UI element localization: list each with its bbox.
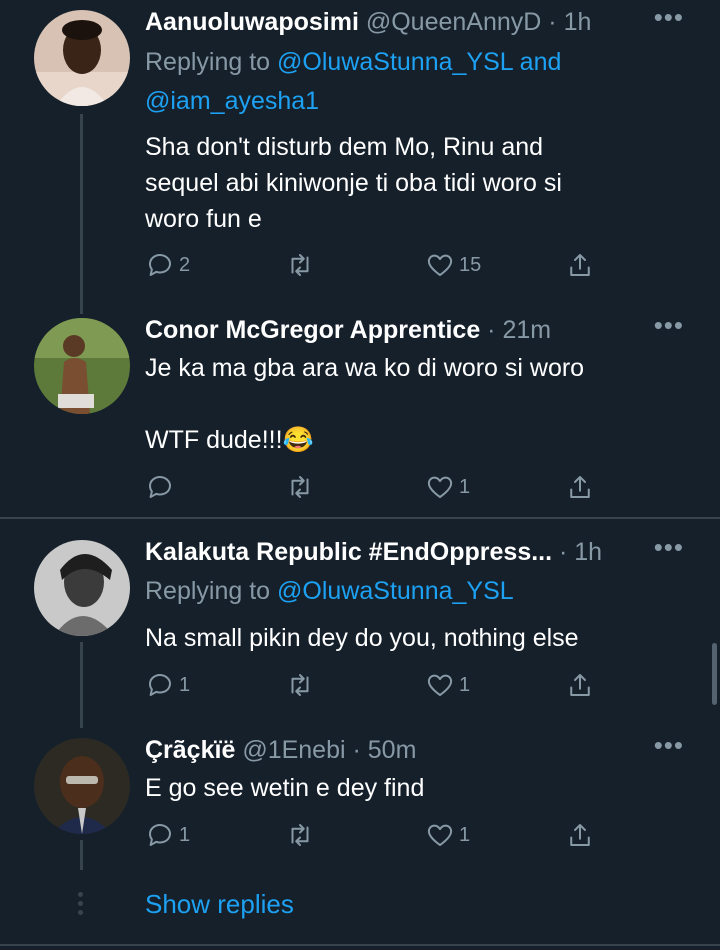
- replying-to: Replying to @OluwaStunna_YSL and: [145, 43, 561, 82]
- like-count: 1: [459, 475, 471, 498]
- heart-icon: [427, 824, 453, 846]
- retweet-button[interactable]: [285, 815, 319, 855]
- reply-icon: [149, 824, 171, 846]
- tweet-text-line: Na small pikin dey do you, nothing else: [145, 624, 579, 652]
- divider: [0, 517, 720, 519]
- share-button[interactable]: [565, 245, 595, 285]
- tweet[interactable]: Kalakuta Republic #EndOppress... · 1h ••…: [0, 532, 720, 712]
- reply-icon: [149, 674, 171, 696]
- divider: [0, 944, 720, 946]
- more-icon[interactable]: •••: [654, 730, 684, 761]
- retweet-button[interactable]: [285, 245, 319, 285]
- tweet-actions: 1: [145, 467, 590, 507]
- reply-count: 1: [179, 673, 191, 696]
- separator: ·: [541, 8, 564, 36]
- thread-dots: [78, 892, 86, 915]
- like-button[interactable]: 1: [425, 467, 470, 507]
- tweet-text-line: WTF dude!!!😂: [145, 426, 314, 454]
- scrollbar[interactable]: [712, 643, 717, 705]
- tweet[interactable]: Aanuoluwaposimi @QueenAnnyD · 1h ••• Rep…: [0, 2, 720, 302]
- reply-count: 2: [179, 253, 191, 276]
- retweet-button[interactable]: [285, 665, 319, 705]
- tweet-text-line: E go see wetin e dey find: [145, 774, 425, 802]
- tweet-text-line: sequel abi kiniwonje ti oba tidi woro si: [145, 169, 562, 197]
- tweet-text-line: Je ka ma gba ara wa ko di woro si woro: [145, 354, 585, 382]
- tweet-text: WTF dude!!!😂: [145, 422, 696, 458]
- reply-button[interactable]: 1: [145, 815, 190, 855]
- timestamp[interactable]: 21m: [502, 316, 551, 344]
- replying-to-continued: @iam_ayesha1: [145, 82, 319, 121]
- tweet-text: Je ka ma gba ara wa ko di woro si woro: [145, 350, 696, 386]
- replying-to: Replying to @OluwaStunna_YSL: [145, 572, 514, 611]
- reply-button[interactable]: 1: [145, 665, 190, 705]
- mention-link[interactable]: @OluwaStunna_YSL and: [277, 48, 561, 76]
- timestamp[interactable]: 1h: [574, 538, 602, 566]
- tweet-header: Aanuoluwaposimi @QueenAnnyD · 1h: [145, 2, 700, 42]
- avatar[interactable]: [34, 738, 130, 834]
- share-button[interactable]: [565, 467, 595, 507]
- share-icon: [570, 254, 590, 276]
- heart-icon: [427, 476, 453, 498]
- share-icon: [570, 674, 590, 696]
- tweet-text-line: woro fun e: [145, 205, 262, 233]
- heart-icon: [427, 254, 453, 276]
- author-handle[interactable]: @QueenAnnyD: [366, 8, 541, 36]
- tweet-header: Conor McGregor Apprentice · 21m: [145, 310, 700, 350]
- show-replies-link[interactable]: Show replies: [145, 884, 294, 924]
- share-button[interactable]: [565, 815, 595, 855]
- replying-to-label: Replying to: [145, 48, 278, 76]
- tweet-actions: 2 15: [145, 245, 590, 285]
- author-name[interactable]: Çrãçkïë: [145, 736, 235, 764]
- heart-icon: [427, 674, 453, 696]
- author-name[interactable]: Kalakuta Republic #EndOppress...: [145, 538, 552, 566]
- replying-to-label: Replying to: [145, 577, 278, 605]
- avatar[interactable]: [34, 540, 130, 636]
- share-button[interactable]: [565, 665, 595, 705]
- like-button[interactable]: 1: [425, 815, 470, 855]
- tweet-actions: 1 1: [145, 665, 590, 705]
- like-count: 15: [459, 253, 482, 276]
- avatar[interactable]: [34, 10, 130, 106]
- reply-icon: [149, 254, 171, 276]
- share-icon: [570, 476, 590, 498]
- like-count: 1: [459, 673, 471, 696]
- reply-icon: [149, 476, 171, 498]
- retweet-icon: [291, 254, 309, 276]
- tweet-actions: 1 1: [145, 815, 590, 855]
- like-button[interactable]: 15: [425, 245, 481, 285]
- author-handle[interactable]: @1Enebi: [242, 736, 345, 764]
- like-count: 1: [459, 823, 471, 846]
- separator: ·: [345, 736, 368, 764]
- tweet-text-line: Sha don't disturb dem Mo, Rinu and: [145, 133, 544, 161]
- reply-button[interactable]: 2: [145, 245, 190, 285]
- more-icon[interactable]: •••: [654, 2, 684, 33]
- timestamp[interactable]: 50m: [368, 736, 417, 764]
- separator: ·: [480, 316, 503, 344]
- like-button[interactable]: 1: [425, 665, 470, 705]
- share-icon: [570, 824, 590, 846]
- tweet-text: Na small pikin dey do you, nothing else: [145, 620, 696, 656]
- tweet-header: Kalakuta Republic #EndOppress... · 1h: [145, 532, 700, 572]
- retweet-icon: [291, 476, 309, 498]
- tweet[interactable]: Çrãçkïë @1Enebi · 50m ••• E go see wetin…: [0, 730, 720, 860]
- retweet-icon: [291, 674, 309, 696]
- more-icon[interactable]: •••: [654, 310, 684, 341]
- tweet[interactable]: Conor McGregor Apprentice · 21m ••• Je k…: [0, 310, 720, 520]
- mention-link[interactable]: @iam_ayesha1: [145, 87, 319, 115]
- author-name[interactable]: Conor McGregor Apprentice: [145, 316, 480, 344]
- author-name[interactable]: Aanuoluwaposimi: [145, 8, 359, 36]
- separator: ·: [552, 538, 575, 566]
- tweet-header: Çrãçkïë @1Enebi · 50m: [145, 730, 700, 770]
- timestamp[interactable]: 1h: [564, 8, 592, 36]
- more-icon[interactable]: •••: [654, 532, 684, 563]
- reply-button[interactable]: [145, 467, 179, 507]
- mention-link[interactable]: @OluwaStunna_YSL: [277, 577, 514, 605]
- tweet-text: Sha don't disturb dem Mo, Rinu and seque…: [145, 129, 696, 237]
- retweet-button[interactable]: [285, 467, 319, 507]
- reply-count: 1: [179, 823, 191, 846]
- avatar[interactable]: [34, 318, 130, 414]
- retweet-icon: [291, 824, 309, 846]
- tweet-text: E go see wetin e dey find: [145, 770, 696, 806]
